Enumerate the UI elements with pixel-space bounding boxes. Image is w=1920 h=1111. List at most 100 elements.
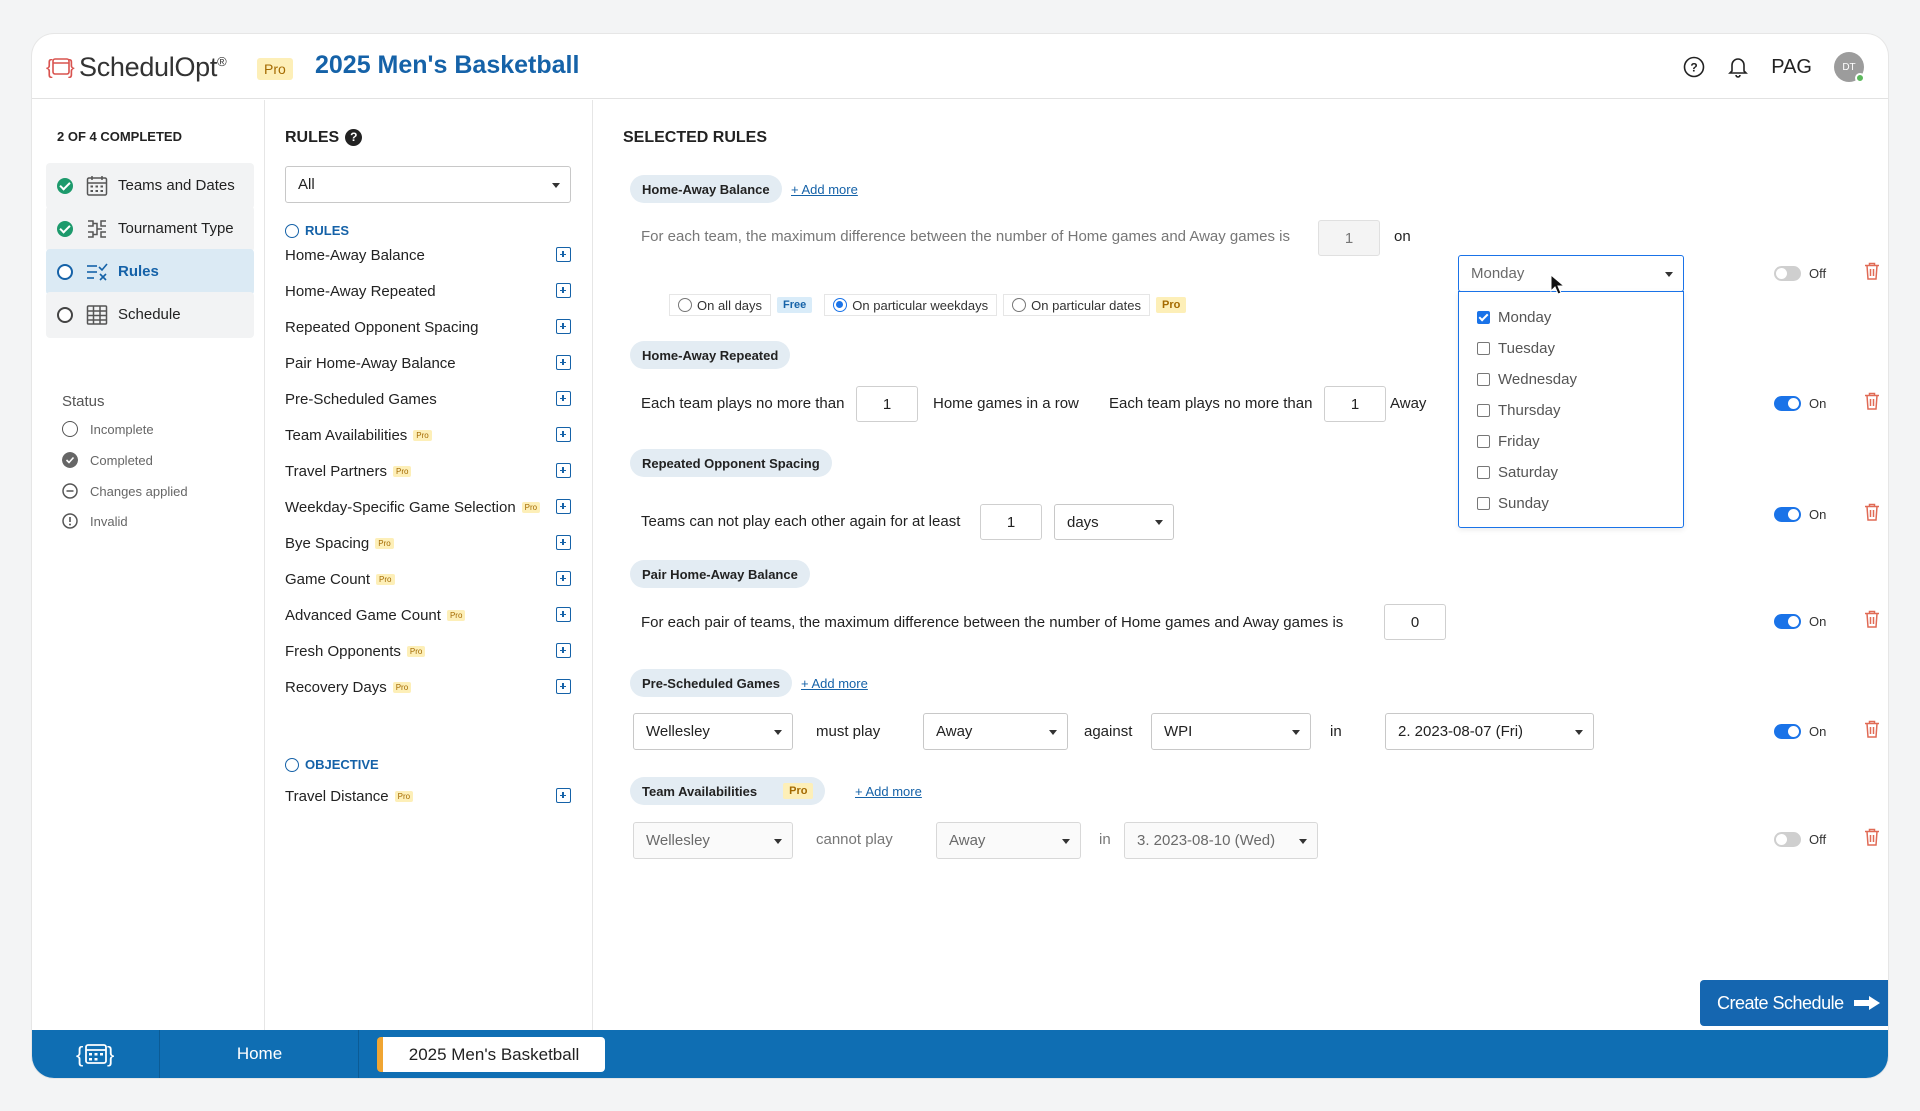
rule-list-item[interactable]: Pair Home-Away Balance — [285, 353, 571, 373]
psg-opponent-select[interactable]: WPI — [1151, 713, 1311, 750]
weekday-option[interactable]: Tuesday — [1477, 338, 1555, 358]
logo-calendar-icon: { } — [46, 57, 75, 79]
rule-list-item[interactable]: Advanced Game Count Pro — [285, 605, 571, 625]
step-schedule[interactable]: Schedule — [46, 292, 254, 338]
trash-icon[interactable] — [1864, 610, 1880, 628]
checkbox — [1477, 403, 1490, 417]
rule-list-item[interactable]: Home-Away Repeated — [285, 281, 571, 301]
checkbox — [1477, 372, 1490, 386]
rule-list-item[interactable]: Travel Partners Pro — [285, 461, 571, 481]
hab-toggle[interactable] — [1774, 266, 1801, 281]
add-rule-icon[interactable] — [556, 355, 571, 370]
hab-value-input[interactable]: 1 — [1318, 220, 1380, 256]
weekday-option[interactable]: Thursday — [1477, 400, 1561, 420]
weekday-option[interactable]: Wednesday — [1477, 369, 1577, 389]
pro-badge: Pro — [521, 501, 541, 513]
rule-list-item[interactable]: Bye Spacing Pro — [285, 533, 571, 553]
har-home-value-input[interactable]: 1 — [856, 386, 918, 422]
taskbar-home[interactable]: Home — [161, 1030, 359, 1078]
weekday-option[interactable]: Saturday — [1477, 462, 1558, 482]
org-code[interactable]: PAG — [1771, 56, 1812, 79]
step-label: Rules — [118, 263, 159, 280]
trash-icon[interactable] — [1864, 720, 1880, 738]
psg-team-select[interactable]: Wellesley — [633, 713, 793, 750]
taskbar-logo[interactable]: {} — [32, 1030, 160, 1078]
rule-list-item[interactable]: Repeated Opponent Spacing — [285, 317, 571, 337]
psg-venue-select[interactable]: Away — [923, 713, 1068, 750]
trash-icon[interactable] — [1864, 828, 1880, 846]
radio-particular-weekdays[interactable]: On particular weekdays — [824, 294, 998, 316]
rule-pill-home-away-repeated: Home-Away Repeated — [630, 341, 791, 369]
phab-value-input[interactable]: 0 — [1384, 604, 1446, 640]
help-icon[interactable]: ? — [1683, 56, 1705, 78]
add-rule-icon[interactable] — [556, 535, 571, 550]
add-rule-icon[interactable] — [556, 463, 571, 478]
add-rule-icon[interactable] — [556, 571, 571, 586]
bell-icon[interactable] — [1727, 56, 1749, 78]
add-rule-icon[interactable] — [556, 427, 571, 442]
weekday-option[interactable]: Friday — [1477, 431, 1540, 451]
radio-particular-dates[interactable]: On particular dates — [1003, 294, 1150, 316]
add-rule-icon[interactable] — [556, 643, 571, 658]
radio-all-days[interactable]: On all days — [669, 294, 772, 316]
toggle-knob — [1788, 509, 1799, 520]
ros-toggle[interactable] — [1774, 507, 1801, 522]
objective-section-label: OBJECTIVE — [285, 757, 379, 772]
add-more-link[interactable]: + Add more — [855, 784, 922, 799]
add-rule-icon[interactable] — [556, 283, 571, 298]
trash-icon[interactable] — [1864, 262, 1880, 280]
add-rule-icon[interactable] — [556, 319, 571, 334]
create-schedule-button[interactable]: Create Schedule — [1700, 980, 1888, 1026]
ros-unit-select[interactable]: days — [1054, 504, 1174, 540]
psg-date-select[interactable]: 2. 2023-08-07 (Fri) — [1385, 713, 1594, 750]
help-icon[interactable]: ? — [345, 129, 363, 146]
rules-filter-select[interactable]: All — [285, 166, 571, 203]
psg-toggle[interactable] — [1774, 724, 1801, 739]
circle-icon — [62, 421, 78, 437]
step-tournament-type[interactable]: Tournament Type — [46, 206, 254, 252]
rule-list-item[interactable]: Fresh Opponents Pro — [285, 641, 571, 661]
add-rule-icon[interactable] — [556, 499, 571, 514]
ta-toggle[interactable] — [1774, 832, 1801, 847]
rule-list-item[interactable]: Game Count Pro — [285, 569, 571, 589]
ta-toggle-label: Off — [1809, 832, 1827, 847]
har-toggle[interactable] — [1774, 396, 1801, 411]
objective-list-item[interactable]: Travel Distance Pro — [285, 786, 571, 806]
add-more-link[interactable]: + Add more — [791, 182, 858, 197]
weekday-option[interactable]: Monday — [1477, 307, 1551, 327]
rule-list-item[interactable]: Weekday-Specific Game Selection Pro — [285, 497, 571, 517]
weekday-select[interactable]: Monday — [1458, 255, 1684, 292]
add-objective-icon[interactable] — [556, 788, 571, 803]
avatar-initials: DT — [1842, 61, 1856, 73]
trash-icon[interactable] — [1864, 392, 1880, 410]
psg-opponent-value: WPI — [1164, 723, 1193, 740]
ta-venue-select[interactable]: Away — [936, 822, 1081, 859]
rule-list-item[interactable]: Team Availabilities Pro — [285, 425, 571, 445]
weekday-option-label: Tuesday — [1498, 339, 1555, 357]
taskbar-tab-active[interactable]: 2025 Men's Basketball — [377, 1037, 605, 1072]
toggle-knob — [1788, 616, 1799, 627]
add-rule-icon[interactable] — [556, 607, 571, 622]
app-logo[interactable]: { } SchedulOpt® — [46, 50, 227, 84]
weekday-select-value: Monday — [1471, 265, 1525, 282]
weekday-dropdown-menu: Monday Tuesday Wednesday Thursday Friday Satu… — [1458, 291, 1684, 528]
phab-toggle[interactable] — [1774, 614, 1801, 629]
add-rule-icon[interactable] — [556, 679, 571, 694]
header-actions: ? PAG DT — [1683, 51, 1865, 83]
add-rule-icon[interactable] — [556, 391, 571, 406]
add-rule-icon[interactable] — [556, 247, 571, 262]
rule-label: Game Count — [285, 570, 371, 588]
rule-list-item[interactable]: Home-Away Balance — [285, 245, 571, 265]
add-more-link[interactable]: + Add more — [801, 676, 868, 691]
rule-list-item[interactable]: Recovery Days Pro — [285, 677, 571, 697]
trash-icon[interactable] — [1864, 503, 1880, 521]
step-teams-and-dates[interactable]: Teams and Dates — [46, 163, 254, 209]
weekday-option[interactable]: Sunday — [1477, 493, 1549, 513]
rule-list-item[interactable]: Pre-Scheduled Games — [285, 389, 571, 409]
har-away-value-input[interactable]: 1 — [1324, 386, 1386, 422]
ta-team-select[interactable]: Wellesley — [633, 822, 793, 859]
step-rules[interactable]: Rules — [46, 249, 254, 295]
avatar[interactable]: DT — [1834, 52, 1865, 83]
ros-value-input[interactable]: 1 — [980, 504, 1042, 540]
ta-date-select[interactable]: 3. 2023-08-10 (Wed) — [1124, 822, 1318, 859]
